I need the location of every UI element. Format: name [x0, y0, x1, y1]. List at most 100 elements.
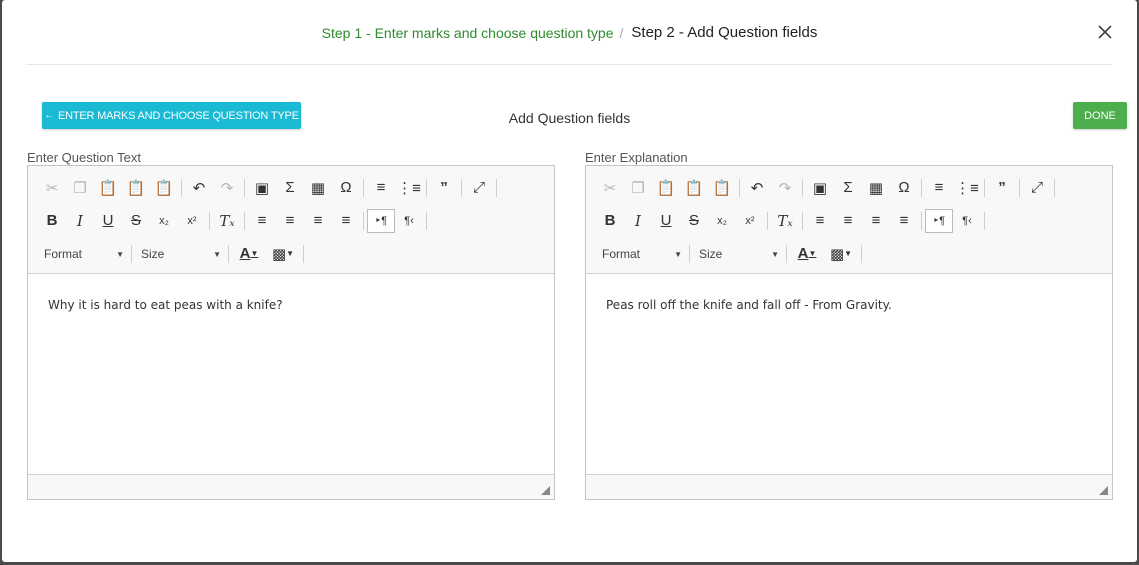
subscript-icon[interactable]: x₂: [708, 209, 736, 233]
background-color-icon[interactable]: ▩ ▼: [266, 242, 300, 266]
text-direction-rtl-icon[interactable]: ¶‹: [395, 209, 423, 233]
toolbar-separator: [802, 211, 803, 230]
bold-icon[interactable]: B: [38, 209, 66, 233]
paste-text-icon[interactable]: 📋: [680, 176, 708, 200]
align-left-icon[interactable]: ≡: [806, 209, 834, 233]
editor-toolbar: ✂ ❐ 📋 📋 📋 ↶ ↷ ▣ Σ ▦ Ω ≡ ⋮≡ ” ⤢ B I U S x…: [586, 166, 1112, 274]
blockquote-icon[interactable]: ”: [988, 176, 1016, 200]
special-char-icon[interactable]: Ω: [332, 176, 360, 200]
superscript-icon[interactable]: x²: [736, 209, 764, 233]
table-icon[interactable]: ▦: [862, 176, 890, 200]
maximize-icon[interactable]: ⤢: [465, 176, 493, 200]
done-button[interactable]: DONE: [1073, 102, 1127, 129]
copy-icon[interactable]: ❐: [66, 176, 94, 200]
strikethrough-icon[interactable]: S: [680, 209, 708, 233]
resize-handle-icon[interactable]: [1099, 486, 1108, 495]
modal-dialog: Step 1 - Enter marks and choose question…: [2, 0, 1137, 562]
underline-icon[interactable]: U: [94, 209, 122, 233]
copy-icon[interactable]: ❐: [624, 176, 652, 200]
editor-status-bar: [28, 474, 554, 499]
background-color-icon[interactable]: ▩ ▼: [824, 242, 858, 266]
maximize-icon[interactable]: ⤢: [1023, 176, 1051, 200]
undo-icon[interactable]: ↶: [185, 176, 213, 200]
toolbar-separator: [861, 244, 862, 263]
toolbar-separator: [739, 178, 740, 197]
align-center-icon[interactable]: ≡: [276, 209, 304, 233]
numbered-list-icon[interactable]: ≡: [367, 176, 395, 200]
resize-handle-icon[interactable]: [541, 486, 550, 495]
toolbar-separator: [689, 244, 690, 263]
editor-status-bar: [586, 474, 1112, 499]
paste-icon[interactable]: 📋: [652, 176, 680, 200]
image-icon[interactable]: ▣: [248, 176, 276, 200]
blockquote-icon[interactable]: ”: [430, 176, 458, 200]
italic-icon[interactable]: I: [66, 209, 94, 233]
toolbar-separator: [426, 178, 427, 197]
step-2-current: Step 2 - Add Question fields: [631, 24, 818, 41]
toolbar-separator: [802, 178, 803, 197]
align-justify-icon[interactable]: ≡: [890, 209, 918, 233]
toolbar-separator: [1054, 178, 1055, 197]
paste-text-icon[interactable]: 📋: [122, 176, 150, 200]
toolbar-separator: [984, 211, 985, 230]
chevron-down-icon: ▼: [771, 249, 779, 259]
toolbar-separator: [984, 178, 985, 197]
editor-toolbar: ✂ ❐ 📋 📋 📋 ↶ ↷ ▣ Σ ▦ Ω ≡ ⋮≡ ” ⤢ B I U S x…: [28, 166, 554, 274]
remove-format-icon[interactable]: Tₓ: [213, 209, 241, 233]
superscript-icon[interactable]: x²: [178, 209, 206, 233]
close-icon[interactable]: [1095, 22, 1115, 42]
step-1-link[interactable]: Step 1 - Enter marks and choose question…: [322, 25, 614, 41]
paste-icon[interactable]: 📋: [94, 176, 122, 200]
toolbar-separator: [244, 178, 245, 197]
question-text-editor: ✂ ❐ 📋 📋 📋 ↶ ↷ ▣ Σ ▦ Ω ≡ ⋮≡ ” ⤢ B I U S x…: [27, 165, 555, 500]
bulleted-list-icon[interactable]: ⋮≡: [953, 176, 981, 200]
size-dropdown[interactable]: Size ▼: [135, 242, 225, 266]
text-color-icon[interactable]: A ▼: [790, 242, 824, 266]
underline-icon[interactable]: U: [652, 209, 680, 233]
format-dropdown[interactable]: Format ▼: [38, 242, 128, 266]
paste-word-icon[interactable]: 📋: [708, 176, 736, 200]
panel-title: Add Question fields: [508, 110, 631, 126]
redo-icon[interactable]: ↷: [213, 176, 241, 200]
text-direction-rtl-icon[interactable]: ¶‹: [953, 209, 981, 233]
format-dropdown[interactable]: Format ▼: [596, 242, 686, 266]
text-color-icon[interactable]: A ▼: [232, 242, 266, 266]
align-right-icon[interactable]: ≡: [862, 209, 890, 233]
align-left-icon[interactable]: ≡: [248, 209, 276, 233]
redo-icon[interactable]: ↷: [771, 176, 799, 200]
question-text-label: Enter Question Text: [27, 150, 141, 165]
sigma-icon[interactable]: Σ: [834, 176, 862, 200]
bulleted-list-icon[interactable]: ⋮≡: [395, 176, 423, 200]
toolbar-separator: [181, 178, 182, 197]
undo-icon[interactable]: ↶: [743, 176, 771, 200]
toolbar-separator: [426, 211, 427, 230]
explanation-label: Enter Explanation: [585, 150, 688, 165]
bold-icon[interactable]: B: [596, 209, 624, 233]
toolbar-separator: [363, 178, 364, 197]
explanation-content[interactable]: Peas roll off the knife and fall off - F…: [586, 274, 1112, 474]
remove-format-icon[interactable]: Tₓ: [771, 209, 799, 233]
image-icon[interactable]: ▣: [806, 176, 834, 200]
question-text-content[interactable]: Why it is hard to eat peas with a knife?: [28, 274, 554, 474]
cut-icon[interactable]: ✂: [38, 176, 66, 200]
toolbar-separator: [244, 211, 245, 230]
size-dropdown[interactable]: Size ▼: [693, 242, 783, 266]
table-icon[interactable]: ▦: [304, 176, 332, 200]
align-right-icon[interactable]: ≡: [304, 209, 332, 233]
strikethrough-icon[interactable]: S: [122, 209, 150, 233]
toolbar-separator: [786, 244, 787, 263]
align-justify-icon[interactable]: ≡: [332, 209, 360, 233]
paste-word-icon[interactable]: 📋: [150, 176, 178, 200]
size-dropdown-label: Size: [699, 246, 723, 261]
italic-icon[interactable]: I: [624, 209, 652, 233]
numbered-list-icon[interactable]: ≡: [925, 176, 953, 200]
text-direction-ltr-icon[interactable]: ‣¶: [925, 208, 953, 233]
text-direction-ltr-icon[interactable]: ‣¶: [367, 208, 395, 233]
size-dropdown-label: Size: [141, 246, 165, 261]
cut-icon[interactable]: ✂: [596, 176, 624, 200]
subscript-icon[interactable]: x₂: [150, 209, 178, 233]
toolbar-separator: [461, 178, 462, 197]
align-center-icon[interactable]: ≡: [834, 209, 862, 233]
sigma-icon[interactable]: Σ: [276, 176, 304, 200]
special-char-icon[interactable]: Ω: [890, 176, 918, 200]
